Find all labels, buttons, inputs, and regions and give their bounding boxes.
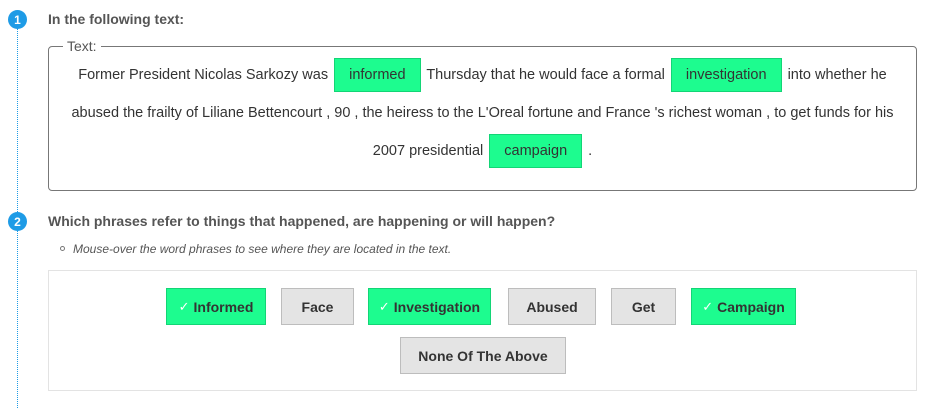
option-informed[interactable]: ✓ Informed xyxy=(166,288,266,325)
highlight-informed: informed xyxy=(334,58,421,92)
option-label: Abused xyxy=(526,298,578,315)
option-label: Campaign xyxy=(717,298,785,315)
passage-text: Thursday that he would face a formal xyxy=(426,67,665,83)
option-none-of-the-above[interactable]: None Of The Above xyxy=(400,337,566,374)
highlight-campaign: campaign xyxy=(489,134,583,168)
bullet-icon xyxy=(60,246,65,252)
option-label: None Of The Above xyxy=(418,347,548,364)
option-campaign[interactable]: ✓ Campaign xyxy=(691,288,796,325)
instruction-text: Mouse-over the word phrases to see where… xyxy=(73,242,452,256)
check-icon: ✓ xyxy=(702,298,714,314)
passage-text: . xyxy=(588,143,593,159)
instruction-note: Mouse-over the word phrases to see where… xyxy=(60,242,451,256)
passage-text: Former President Nicolas Sarkozy was xyxy=(78,67,329,83)
text-box: Text: Former President Nicolas Sarkozy w… xyxy=(48,38,917,191)
step-1-badge: 1 xyxy=(8,10,27,29)
highlight-investigation: investigation xyxy=(670,58,782,92)
step-2-title: Which phrases refer to things that happe… xyxy=(48,213,556,229)
option-abused[interactable]: Abused xyxy=(508,288,596,325)
step-2-badge: 2 xyxy=(8,212,27,231)
answer-panel: ✓ Informed Face ✓ Investigation Abused Get… xyxy=(48,270,917,391)
option-label: Informed xyxy=(193,298,254,315)
option-face[interactable]: Face xyxy=(281,288,354,325)
passage: Former President Nicolas Sarkozy was inf… xyxy=(57,56,908,170)
check-icon: ✓ xyxy=(178,298,190,314)
option-label: Get xyxy=(631,298,656,315)
option-label: Face xyxy=(301,298,334,315)
option-label: Investigation xyxy=(393,298,481,315)
option-get[interactable]: Get xyxy=(611,288,676,325)
step-1-title: In the following text: xyxy=(48,11,185,27)
text-box-legend: Text: xyxy=(67,38,97,54)
check-icon: ✓ xyxy=(378,298,390,314)
option-investigation[interactable]: ✓ Investigation xyxy=(368,288,491,325)
